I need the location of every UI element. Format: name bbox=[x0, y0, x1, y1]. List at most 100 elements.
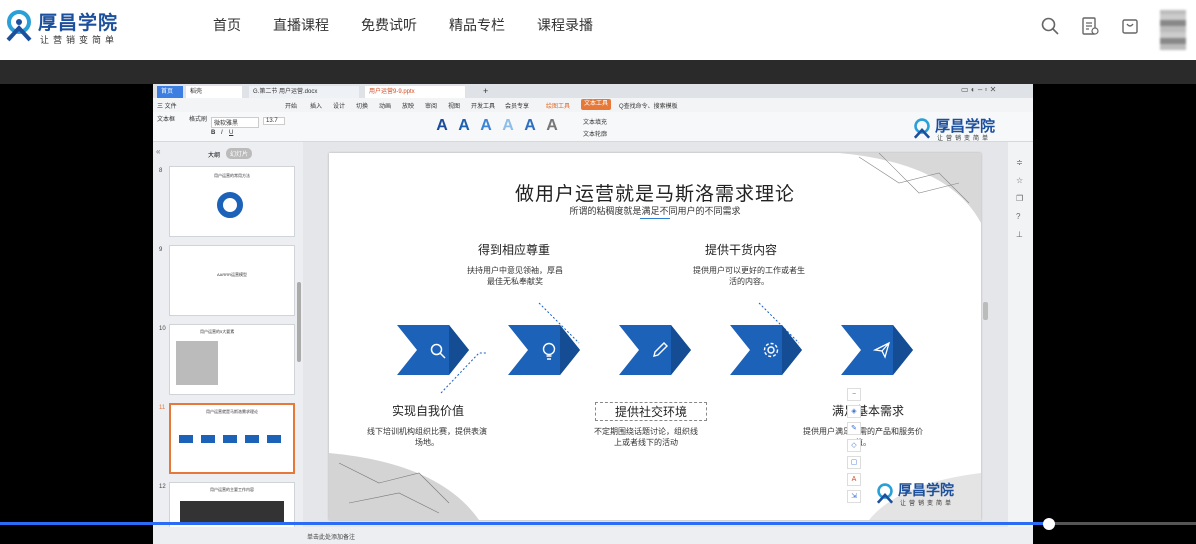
tab-haoke[interactable]: 稻壳 bbox=[186, 86, 242, 98]
nav-item-live[interactable]: 直播课程 bbox=[273, 16, 329, 34]
thumb-photo bbox=[180, 501, 284, 523]
wps-tab-bar: 首页 稻壳 G.第二节 用户运营.docx 用户运营9-9.pptx + ▭ ◐… bbox=[153, 84, 1033, 98]
underline-button[interactable]: U bbox=[229, 130, 233, 136]
menu-insert[interactable]: 插入 bbox=[310, 101, 322, 110]
layers-icon[interactable]: ◈ bbox=[847, 405, 861, 418]
logo-mark-icon bbox=[913, 118, 931, 139]
collapse-icon[interactable]: « bbox=[156, 147, 160, 156]
frame-icon[interactable]: ▢ bbox=[847, 456, 861, 469]
menu-drawing-tools[interactable]: 绘图工具 bbox=[546, 101, 570, 110]
slide-thumbnail[interactable]: 用户运营的常用方法 bbox=[169, 166, 295, 237]
nav-item-premium[interactable]: 精品专栏 bbox=[449, 16, 505, 34]
format-painter-button[interactable]: 格式刷 bbox=[189, 114, 207, 123]
slide-thumbnail[interactable]: AARRR运营模型 bbox=[169, 245, 295, 316]
item-heading: 实现自我价值 bbox=[391, 404, 464, 418]
item-heading: 提供干货内容 bbox=[704, 243, 777, 257]
tab-home[interactable]: 首页 bbox=[157, 86, 183, 98]
thumb-number: 12 bbox=[159, 484, 166, 490]
item-heading: 得到相应尊重 bbox=[477, 243, 550, 257]
slide-canvas-area: 做用户运营就是马斯洛需求理论 所谓的粘稠度就是满足不同用户的不同需求 得到相应尊… bbox=[303, 142, 1008, 544]
menu-file[interactable]: 三 文件 bbox=[157, 101, 177, 110]
text-style-3[interactable]: A bbox=[477, 117, 495, 135]
title-divider bbox=[640, 218, 670, 219]
menu-home[interactable]: 开始 bbox=[285, 101, 297, 110]
slide[interactable]: 做用户运营就是马斯洛需求理论 所谓的粘稠度就是满足不同用户的不同需求 得到相应尊… bbox=[329, 153, 981, 520]
tab-docx[interactable]: G.第二节 用户运营.docx bbox=[249, 86, 359, 98]
bold-button[interactable]: B bbox=[211, 130, 215, 136]
pin-icon[interactable]: ⊥ bbox=[1016, 230, 1023, 239]
header-actions bbox=[1026, 10, 1196, 50]
text-style-2[interactable]: A bbox=[455, 117, 473, 135]
gear-icon bbox=[763, 342, 779, 358]
notes-placeholder[interactable]: 单击此处添加备注 bbox=[307, 532, 355, 541]
text-fit-icon[interactable]: ⇲ bbox=[847, 490, 861, 503]
nav-item-trial[interactable]: 免费试听 bbox=[361, 16, 417, 34]
collapse-icon[interactable]: − bbox=[847, 388, 861, 401]
brand-logo[interactable]: 厚昌学院 让营销变简单 bbox=[2, 6, 132, 46]
slide-brand-logo: 厚昌学院 让营销变简单 bbox=[874, 479, 974, 509]
nav-item-recorded[interactable]: 课程录播 bbox=[537, 16, 593, 34]
slide-subtitle: 所谓的粘稠度就是满足不同用户的不同需求 bbox=[569, 206, 741, 216]
document-icon[interactable] bbox=[1080, 16, 1100, 36]
wps-window: 首页 稻壳 G.第二节 用户运营.docx 用户运营9-9.pptx + ▭ ◐… bbox=[153, 84, 1033, 544]
item-desc: 提供用户满足所需的产品和服务价值。 bbox=[803, 427, 923, 447]
menu-slideshow[interactable]: 放映 bbox=[402, 101, 414, 110]
thumb-title: AARRR运营模型 bbox=[216, 272, 247, 277]
text-style-1[interactable]: A bbox=[433, 117, 451, 135]
pencil-icon bbox=[653, 342, 668, 357]
menu-member[interactable]: 会员专享 bbox=[505, 101, 529, 110]
slides-tab[interactable]: 幻灯片 bbox=[226, 148, 253, 159]
adjust-icon[interactable]: ≑ bbox=[1016, 158, 1023, 167]
text-style-4[interactable]: A bbox=[499, 117, 517, 135]
search-icon[interactable] bbox=[1040, 16, 1060, 36]
menu-search[interactable]: Q查找命令、搜索模板 bbox=[619, 101, 678, 110]
font-select[interactable]: 微软雅黑 bbox=[211, 117, 259, 128]
bag-icon[interactable] bbox=[1120, 16, 1140, 36]
italic-button[interactable]: I bbox=[221, 130, 223, 136]
canvas-scrollbar[interactable] bbox=[983, 302, 988, 320]
menu-animation[interactable]: 动画 bbox=[379, 101, 391, 110]
text-color-icon[interactable]: A bbox=[847, 473, 861, 486]
menu-review[interactable]: 审阅 bbox=[425, 101, 437, 110]
text-outline-button[interactable]: 文本轮廓 bbox=[583, 129, 607, 138]
thumb-scrollbar[interactable] bbox=[297, 282, 301, 362]
thumb-title: 用户运营的主要工作内容 bbox=[210, 487, 254, 492]
ribbon-brand-slogan: 让营销变简单 bbox=[937, 136, 992, 142]
font-size-select[interactable]: 13.7 bbox=[263, 117, 285, 125]
slide-thumbnail-selected[interactable]: 用户运营就是马斯洛需求理论 bbox=[169, 403, 295, 474]
search-icon bbox=[430, 343, 446, 359]
text-style-5[interactable]: A bbox=[521, 117, 539, 135]
menu-developer[interactable]: 开发工具 bbox=[471, 101, 495, 110]
avatar[interactable] bbox=[1160, 10, 1186, 50]
lightbulb-icon bbox=[542, 342, 556, 360]
text-style-6[interactable]: A bbox=[543, 117, 561, 135]
menu-transition[interactable]: 切换 bbox=[356, 101, 368, 110]
right-sidebar: ≑ ☆ ❐ ? ⊥ bbox=[1008, 142, 1033, 544]
slide-brand-name: 厚昌学院 bbox=[898, 482, 954, 498]
textbox-button[interactable]: 文本框 bbox=[157, 114, 175, 123]
item-heading-selected[interactable]: 提供社交环境 bbox=[595, 402, 707, 421]
new-tab-icon[interactable]: + bbox=[483, 86, 488, 96]
pen-icon[interactable]: ✎ bbox=[847, 422, 861, 435]
thumb-number: 9 bbox=[159, 247, 163, 253]
shape-icon[interactable]: ◇ bbox=[847, 439, 861, 452]
video-progress-bar[interactable] bbox=[0, 522, 1196, 525]
item-desc: 线下培训机构组织比赛，提供表演场地。 bbox=[367, 427, 487, 447]
tab-pptx[interactable]: 用户运营9-9.pptx bbox=[365, 86, 465, 98]
thumb-title: 用户运营的常用方法 bbox=[214, 173, 250, 178]
help-icon[interactable]: ? bbox=[1016, 212, 1020, 221]
slide-thumbnail[interactable]: 用户运营的5大要素 bbox=[169, 324, 295, 395]
copy-icon[interactable]: ❐ bbox=[1016, 194, 1023, 203]
menu-text-tools[interactable]: 文本工具 bbox=[581, 99, 612, 110]
text-fill-button[interactable]: 文本填充 bbox=[583, 117, 607, 126]
outline-tab[interactable]: 大纲 bbox=[208, 150, 220, 159]
donut-icon bbox=[217, 192, 243, 218]
menu-view[interactable]: 视图 bbox=[448, 101, 460, 110]
window-controls-icon[interactable]: ▭ ◐ ‒ ▫ ✕ bbox=[961, 85, 996, 94]
menu-design[interactable]: 设计 bbox=[333, 101, 345, 110]
video-progress-knob[interactable] bbox=[1042, 518, 1055, 530]
thumb-number: 11 bbox=[159, 405, 166, 411]
nav-item-home[interactable]: 首页 bbox=[213, 16, 241, 34]
brand-name: 厚昌学院 bbox=[38, 13, 119, 34]
star-icon[interactable]: ☆ bbox=[1016, 176, 1023, 185]
